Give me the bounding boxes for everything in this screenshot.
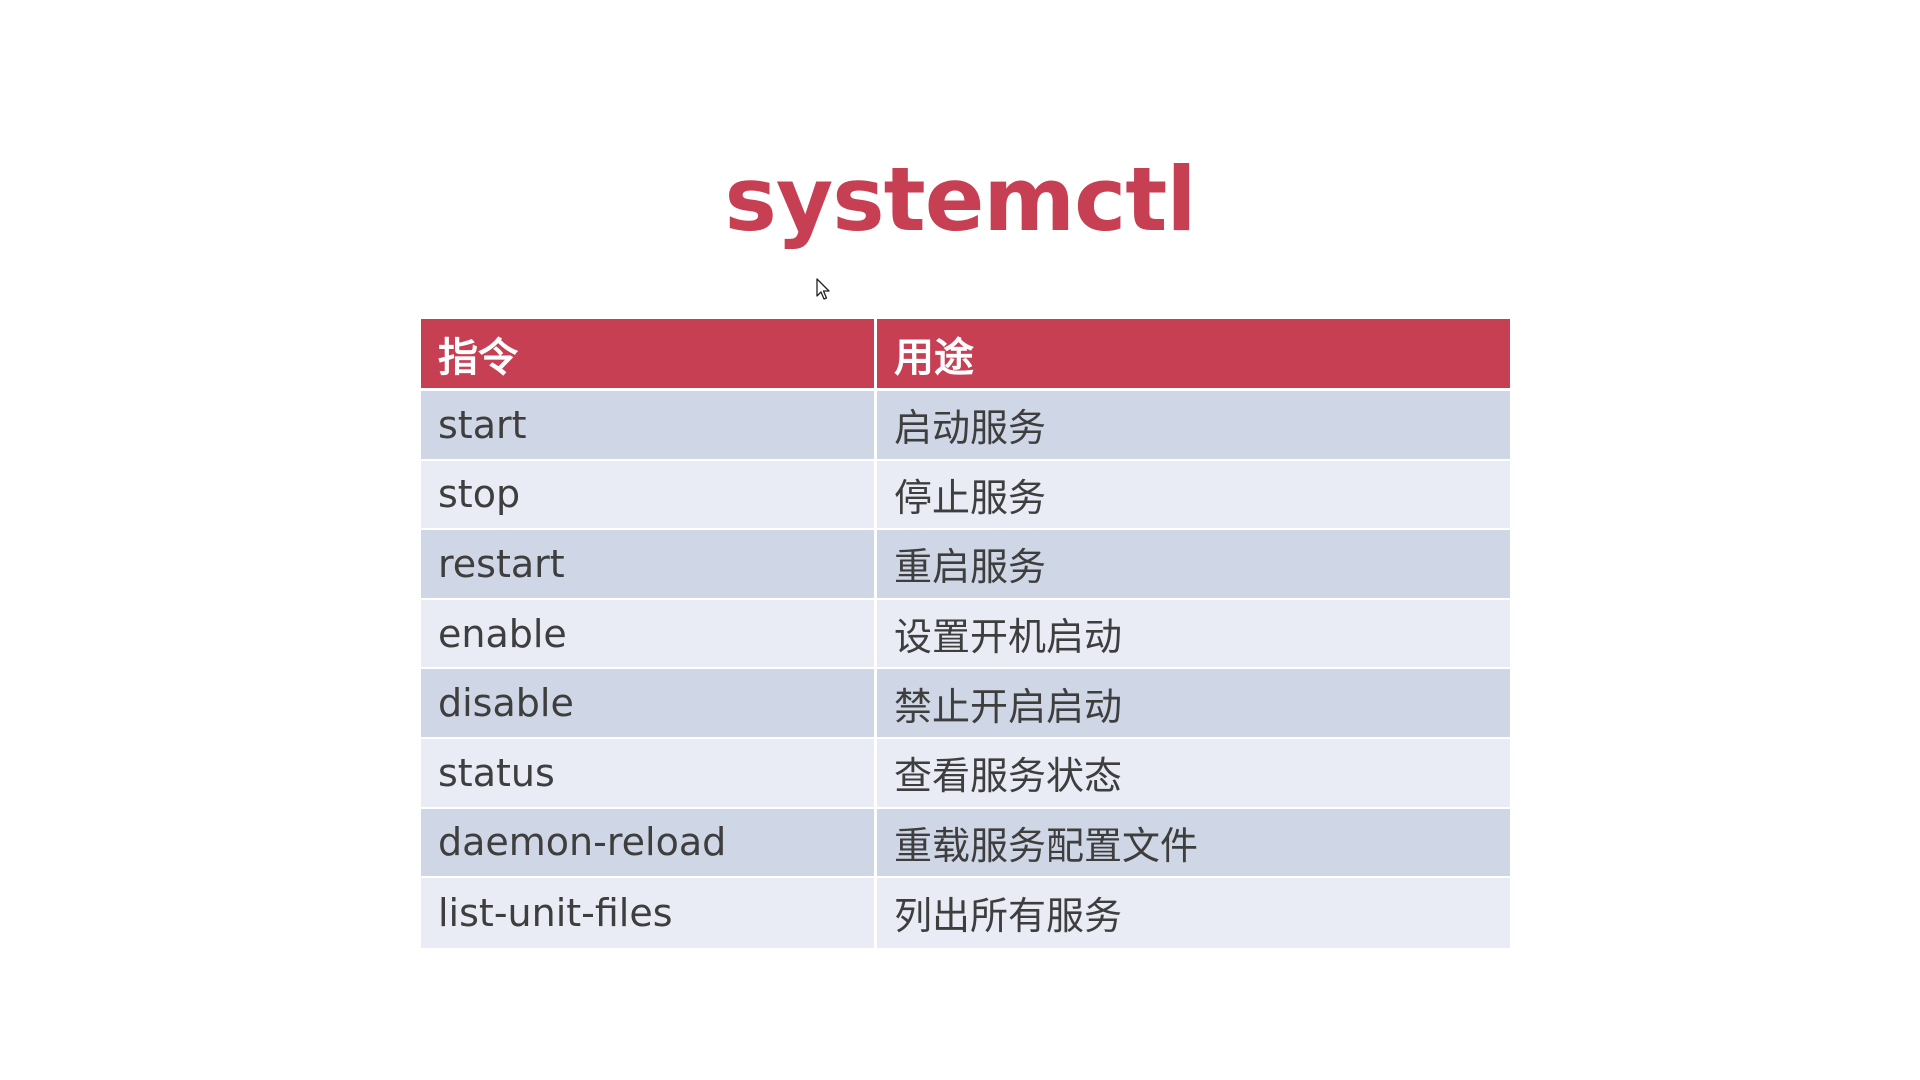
command-cell: status (421, 738, 877, 809)
purpose-cell: 重启服务 (877, 530, 1510, 600)
purpose-cell: 重载服务配置文件 (877, 808, 1510, 879)
table-header-row: 指令 用途 (421, 319, 1510, 391)
command-cell: enable (421, 599, 877, 670)
purpose-cell: 停止服务 (877, 460, 1510, 531)
command-table: 指令 用途 start 启动服务 stop 停止服务 restart 重启服务 … (421, 319, 1510, 948)
table-row: restart 重启服务 (421, 530, 1510, 600)
purpose-cell: 列出所有服务 (877, 878, 1510, 948)
table-row: stop 停止服务 (421, 460, 1510, 531)
header-command: 指令 (421, 319, 877, 391)
table-row: daemon-reload 重载服务配置文件 (421, 808, 1510, 879)
purpose-cell: 禁止开启启动 (877, 669, 1510, 739)
table-row: status 查看服务状态 (421, 738, 1510, 809)
purpose-cell: 启动服务 (877, 391, 1510, 461)
mouse-pointer-icon (816, 278, 830, 300)
command-cell: disable (421, 669, 877, 739)
table-row: start 启动服务 (421, 391, 1510, 461)
command-cell: list-unit-files (421, 878, 877, 948)
command-cell: restart (421, 530, 877, 600)
slide-title: systemctl (724, 148, 1197, 251)
purpose-cell: 查看服务状态 (877, 738, 1510, 809)
table-row: list-unit-files 列出所有服务 (421, 878, 1510, 948)
header-purpose: 用途 (877, 319, 1510, 391)
purpose-cell: 设置开机启动 (877, 599, 1510, 670)
table-row: enable 设置开机启动 (421, 599, 1510, 670)
table-row: disable 禁止开启启动 (421, 669, 1510, 739)
command-cell: stop (421, 460, 877, 531)
command-cell: start (421, 391, 877, 461)
command-cell: daemon-reload (421, 808, 877, 879)
